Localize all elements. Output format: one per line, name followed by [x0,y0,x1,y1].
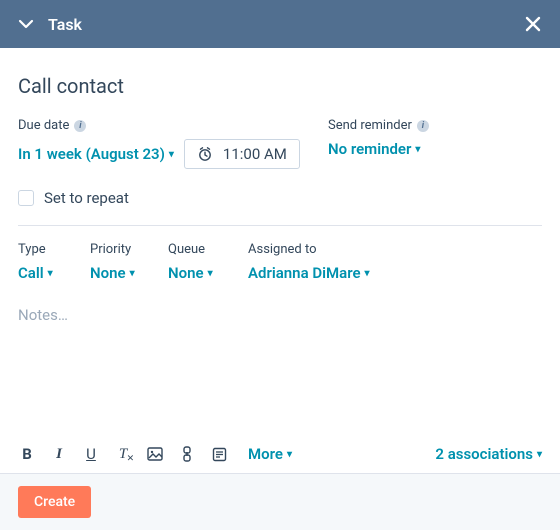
reminder-label: Send reminder i [328,118,542,133]
due-time-value: 11:00 AM [223,145,287,163]
panel-header: Task [0,0,560,48]
caret-down-icon: ▾ [169,149,174,160]
bold-button[interactable]: B [18,445,36,463]
task-title-input[interactable] [18,66,542,112]
info-icon[interactable]: i [74,120,86,132]
due-date-dropdown[interactable]: In 1 week (August 23) ▾ [18,145,174,163]
underline-button[interactable]: U [82,445,100,463]
snippet-icon[interactable] [210,447,228,462]
due-date-label: Due date i [18,118,328,133]
collapse-icon[interactable] [18,16,34,32]
create-button[interactable]: Create [18,486,91,518]
caret-down-icon: ▾ [208,268,213,279]
assigned-value: Adrianna DiMare [248,264,361,282]
more-label: More [248,445,283,463]
due-date-label-text: Due date [18,118,69,133]
repeat-label: Set to repeat [44,189,129,207]
editor-toolbar: B I U T✕ More ▾ 2 associations ▾ [0,435,560,473]
panel-title: Task [48,15,82,34]
due-time-input[interactable]: 11:00 AM [184,139,300,169]
priority-value: None [90,264,126,282]
repeat-checkbox[interactable] [18,190,34,206]
caret-down-icon: ▾ [365,268,370,279]
image-icon[interactable] [146,447,164,461]
panel-footer: Create [0,473,560,530]
associations-label: 2 associations [435,445,533,463]
reminder-value: No reminder [328,140,411,158]
clock-icon [197,146,213,162]
priority-dropdown[interactable]: None ▾ [90,264,135,282]
priority-label: Priority [90,242,168,257]
more-dropdown[interactable]: More ▾ [248,445,292,463]
associations-dropdown[interactable]: 2 associations ▾ [435,445,542,463]
type-value: Call [18,264,44,282]
clear-format-button[interactable]: T✕ [114,446,132,463]
type-dropdown[interactable]: Call ▾ [18,264,53,282]
caret-down-icon: ▾ [287,449,292,460]
caret-down-icon: ▾ [48,268,53,279]
assigned-dropdown[interactable]: Adrianna DiMare ▾ [248,264,370,282]
queue-dropdown[interactable]: None ▾ [168,264,213,282]
assigned-label: Assigned to [248,242,370,257]
italic-button[interactable]: I [50,446,68,463]
queue-value: None [168,264,204,282]
link-icon[interactable] [178,446,196,462]
caret-down-icon: ▾ [537,449,542,460]
due-date-value: In 1 week (August 23) [18,145,165,163]
caret-down-icon: ▾ [130,268,135,279]
info-icon[interactable]: i [417,120,429,132]
type-label: Type [18,242,90,257]
notes-editor[interactable]: Notes… [18,304,542,326]
queue-label: Queue [168,242,248,257]
notes-placeholder: Notes… [18,304,542,326]
reminder-dropdown[interactable]: No reminder ▾ [328,140,420,158]
caret-down-icon: ▾ [415,144,420,155]
close-icon[interactable] [524,15,542,33]
reminder-label-text: Send reminder [328,118,412,133]
